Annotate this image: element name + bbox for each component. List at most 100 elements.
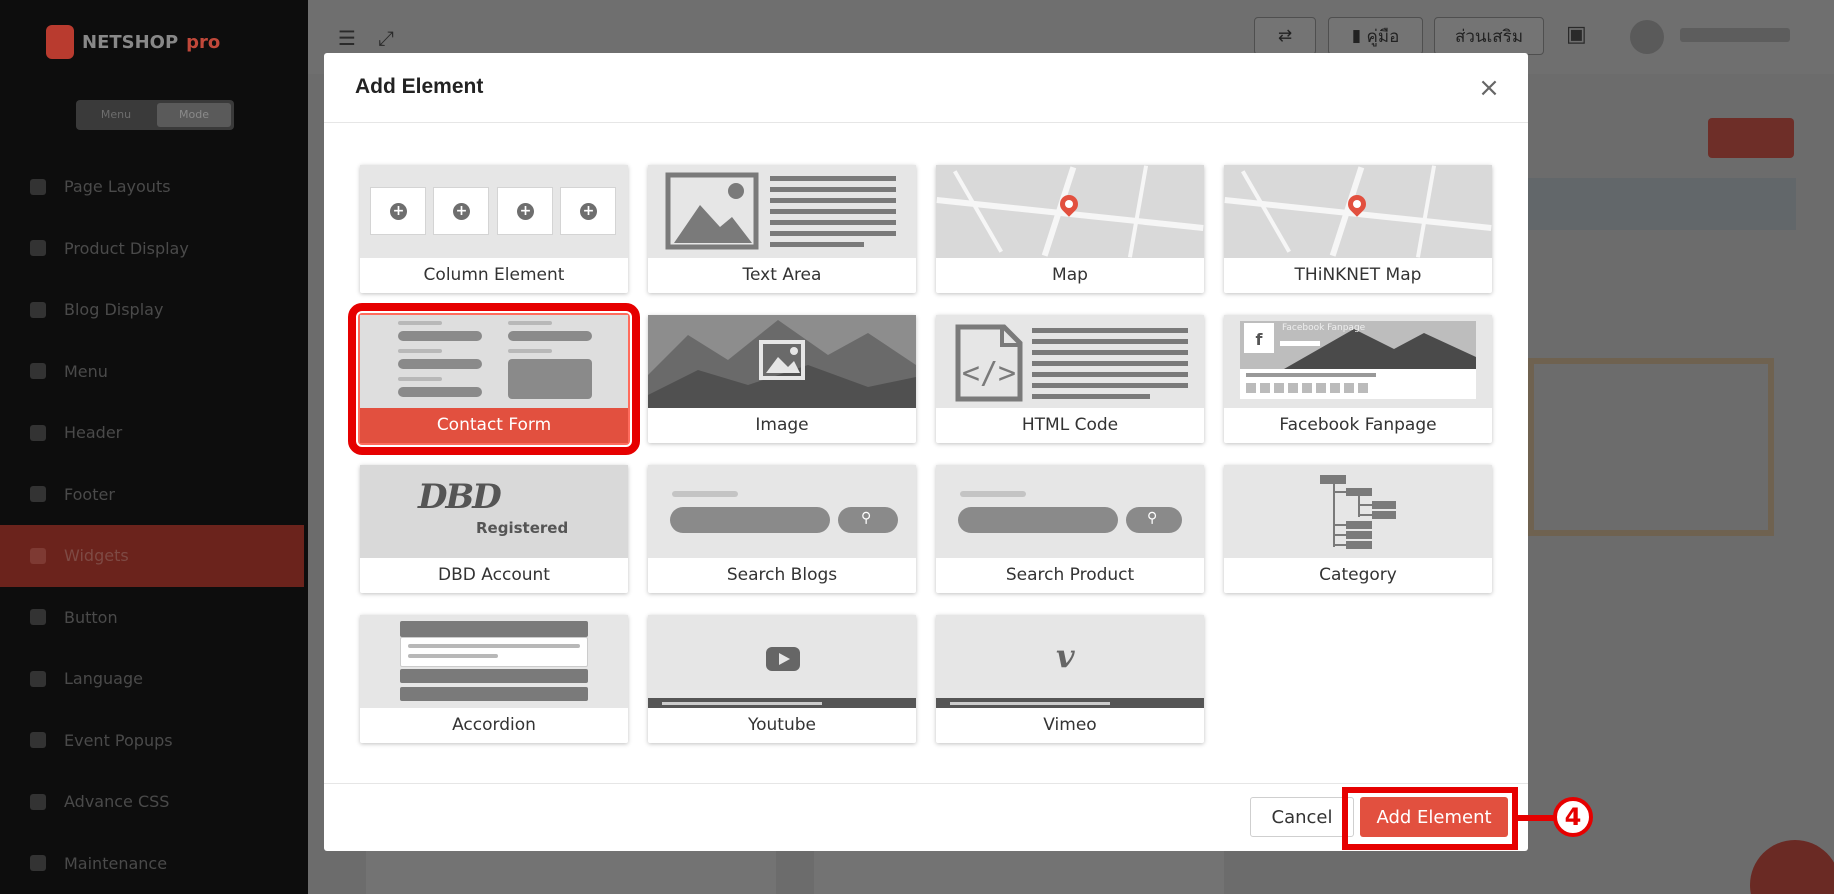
menu-icon bbox=[30, 363, 46, 380]
youtube-thumbnail bbox=[648, 615, 916, 708]
avatar[interactable] bbox=[1630, 20, 1664, 54]
column-element-thumbnail: + + + + bbox=[360, 165, 628, 258]
plus-icon: + bbox=[390, 203, 407, 220]
contact-form-thumbnail bbox=[360, 315, 628, 408]
accordion-thumbnail bbox=[360, 615, 628, 708]
logo-icon bbox=[46, 25, 74, 59]
logo-text-pro: pro bbox=[186, 31, 221, 53]
mode-toggle[interactable]: Menu Mode bbox=[76, 100, 234, 130]
sidebar-item-maintenance[interactable]: Maintenance bbox=[0, 833, 308, 894]
sidebar-item-footer[interactable]: Footer bbox=[0, 464, 308, 526]
tile-contact-form[interactable]: Contact Form bbox=[348, 303, 640, 455]
sidebar-item-label: Widgets bbox=[64, 546, 129, 566]
add-button-highlight bbox=[1342, 787, 1518, 850]
sidebar-item-label: Product Display bbox=[64, 238, 189, 258]
background-dropzone bbox=[1528, 358, 1774, 536]
logo: NETSHOP pro bbox=[46, 22, 272, 62]
tile-label: Vimeo bbox=[1043, 715, 1097, 735]
close-icon[interactable]: × bbox=[1476, 75, 1502, 101]
tile-accordion[interactable]: Accordion bbox=[360, 615, 628, 743]
tile-dbd-account[interactable]: DBD Registered DBD Account bbox=[360, 465, 628, 593]
toggle-option-mode[interactable]: Mode bbox=[157, 103, 231, 127]
tile-text-area[interactable]: Text Area bbox=[648, 165, 916, 293]
tile-search-product[interactable]: ⚲ Search Product bbox=[936, 465, 1204, 593]
layout-icon bbox=[30, 178, 46, 195]
search-icon: ⚲ bbox=[861, 510, 872, 526]
search-blogs-thumbnail: ⚲ bbox=[648, 465, 916, 558]
wrench-icon bbox=[30, 855, 46, 872]
tile-label: Category bbox=[1319, 565, 1397, 585]
button-icon bbox=[30, 609, 46, 626]
cart-icon[interactable]: ▣ bbox=[1566, 22, 1587, 47]
tile-label: Search Blogs bbox=[726, 565, 838, 585]
logo-text: NETSHOP bbox=[82, 31, 179, 53]
sidebar-item-page-layouts[interactable]: Page Layouts bbox=[0, 156, 308, 218]
sidebar-item-menu[interactable]: Menu bbox=[0, 341, 308, 403]
sidebar-item-label: Language bbox=[64, 669, 143, 689]
product-icon bbox=[30, 240, 46, 257]
collapse-sidebar-icon[interactable]: ☰ bbox=[338, 26, 356, 50]
tile-label: Accordion bbox=[452, 715, 536, 735]
tile-label: Contact Form bbox=[360, 408, 628, 443]
sidebar-item-label: Button bbox=[64, 607, 118, 627]
user-name[interactable] bbox=[1680, 28, 1790, 42]
tile-label: Column Element bbox=[423, 265, 565, 285]
sidebar-item-blog-display[interactable]: Blog Display bbox=[0, 279, 308, 341]
tile-label: Search Product bbox=[1005, 565, 1135, 585]
addons-button[interactable]: ส่วนเสริม bbox=[1434, 17, 1544, 55]
tile-image[interactable]: Image bbox=[648, 315, 916, 443]
background-card bbox=[366, 846, 776, 894]
tree-icon bbox=[1320, 475, 1396, 549]
cancel-button[interactable]: Cancel bbox=[1250, 797, 1354, 837]
step-badge: 4 bbox=[1553, 797, 1593, 837]
sidebar-menu: Page Layouts Product Display Blog Displa… bbox=[0, 156, 308, 894]
tile-label: Youtube bbox=[748, 715, 816, 735]
dbd-registered-text: Registered bbox=[476, 519, 569, 537]
category-thumbnail bbox=[1224, 465, 1492, 558]
sidebar-item-advance-css[interactable]: Advance CSS bbox=[0, 771, 308, 833]
language-icon bbox=[30, 670, 46, 687]
tile-search-blogs[interactable]: ⚲ Search Blogs bbox=[648, 465, 916, 593]
sidebar-item-button[interactable]: Button bbox=[0, 587, 308, 649]
modal-header: Add Element × bbox=[324, 53, 1528, 123]
sidebar-item-label: Maintenance bbox=[64, 853, 168, 873]
search-icon: ⚲ bbox=[1147, 510, 1158, 526]
tile-html-code[interactable]: </> HTML Code bbox=[936, 315, 1204, 443]
sidebar-item-widgets[interactable]: Widgets bbox=[0, 525, 304, 587]
search-product-thumbnail: ⚲ bbox=[936, 465, 1204, 558]
manual-button[interactable]: ▮ คู่มือ bbox=[1328, 17, 1423, 55]
sidebar-item-product-display[interactable]: Product Display bbox=[0, 218, 308, 280]
tile-label: HTML Code bbox=[1021, 415, 1119, 435]
thinknet-map-thumbnail bbox=[1224, 165, 1492, 258]
sidebar-item-header[interactable]: Header bbox=[0, 402, 308, 464]
background-action-button bbox=[1708, 118, 1794, 158]
tile-column-element[interactable]: + + + + Column Element bbox=[360, 165, 628, 293]
tile-label: Facebook Fanpage bbox=[1279, 415, 1437, 435]
tile-thinknet-map[interactable]: THiNKNET Map bbox=[1224, 165, 1492, 293]
plus-icon: + bbox=[517, 203, 534, 220]
tile-category[interactable]: Category bbox=[1224, 465, 1492, 593]
tile-map[interactable]: Map bbox=[936, 165, 1204, 293]
blog-icon bbox=[30, 301, 46, 318]
translate-icon: ⇄ bbox=[1277, 26, 1293, 46]
sidebar-item-label: Advance CSS bbox=[64, 792, 170, 812]
tile-vimeo[interactable]: v Vimeo bbox=[936, 615, 1204, 743]
sidebar-item-label: Footer bbox=[64, 484, 115, 504]
toggle-option-menu[interactable]: Menu bbox=[79, 103, 153, 127]
tile-label: THiNKNET Map bbox=[1294, 265, 1422, 285]
html-code-thumbnail: </> bbox=[936, 315, 1204, 408]
fb-page-name: Facebook Fanpage bbox=[1282, 323, 1366, 333]
language-switch-button[interactable]: ⇄ bbox=[1254, 17, 1316, 55]
fullscreen-icon[interactable]: ⤢ bbox=[378, 26, 394, 50]
sidebar-item-event-popups[interactable]: Event Popups bbox=[0, 710, 308, 772]
tile-facebook-fanpage[interactable]: f Facebook Fanpage Facebook Fanpage bbox=[1224, 315, 1492, 443]
dbd-account-thumbnail: DBD Registered bbox=[360, 465, 628, 558]
book-icon: ▮ bbox=[1351, 26, 1362, 46]
modal-title: Add Element bbox=[355, 75, 484, 98]
sidebar-item-language[interactable]: Language bbox=[0, 648, 308, 710]
addons-label: ส่วนเสริม bbox=[1454, 26, 1524, 47]
text-area-thumbnail bbox=[648, 165, 916, 258]
tile-youtube[interactable]: Youtube bbox=[648, 615, 916, 743]
svg-text:</>: </> bbox=[962, 356, 1016, 391]
vimeo-logo-icon: v bbox=[1056, 637, 1075, 675]
